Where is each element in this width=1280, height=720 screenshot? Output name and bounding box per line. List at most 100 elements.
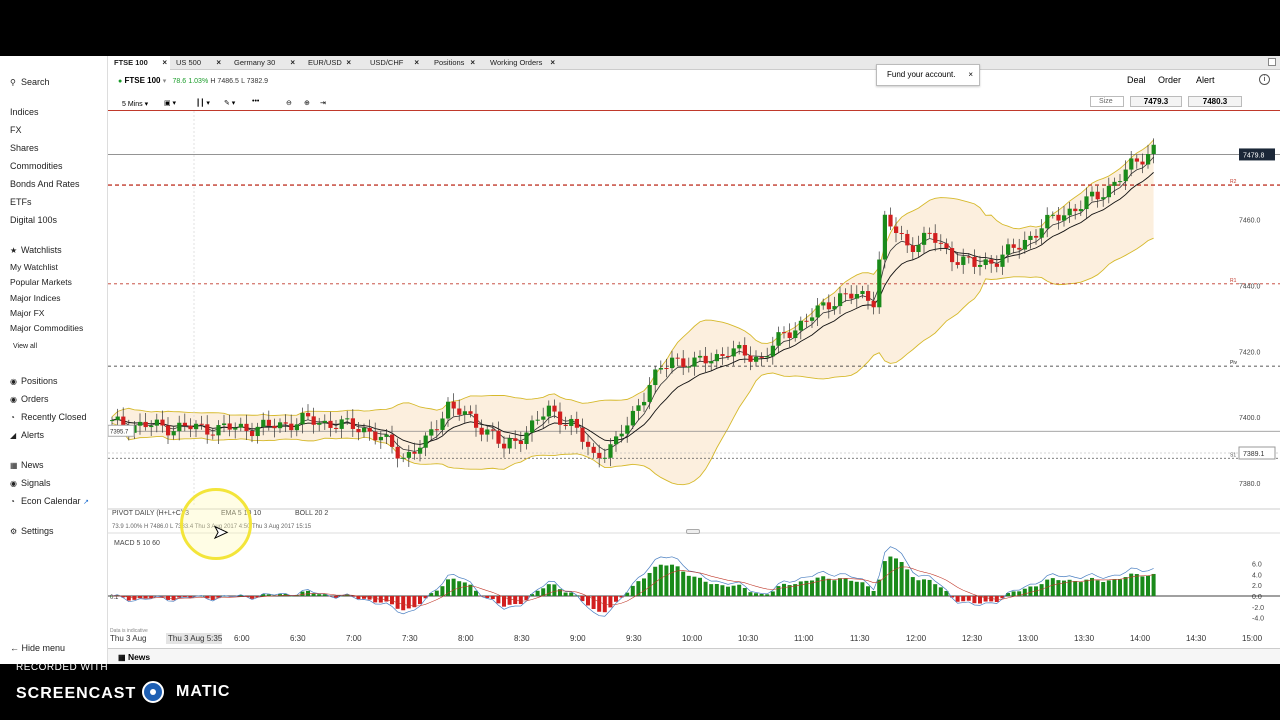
calendar-icon[interactable]: ▣ ▾ [164, 99, 176, 107]
close-icon[interactable]: × [414, 56, 419, 70]
sidebar-item-commodities[interactable]: Commodities [10, 161, 63, 171]
sidebar-item-digital[interactable]: Digital 100s [10, 215, 57, 225]
hide-menu-button[interactable]: ← Hide menu [10, 643, 65, 653]
zoom-out-icon[interactable]: ⊖ [286, 99, 292, 107]
sidebar-item-alerts[interactable]: ◢ Alerts [10, 430, 44, 440]
tab-ftse-100[interactable]: FTSE 100 × [108, 56, 170, 70]
time-tick-label: 8:30 [514, 634, 530, 643]
zoom-in-icon[interactable]: ⊕ [304, 99, 310, 107]
macd-bar [177, 596, 182, 598]
tab-germany-30[interactable]: Germany 30 × [228, 56, 298, 70]
expand-icon[interactable] [1268, 58, 1276, 66]
sidebar-item-settings[interactable]: ⚙ Settings [10, 526, 54, 536]
mouse-cursor-icon: ➤ [212, 522, 229, 543]
candle-body [826, 302, 831, 310]
sidebar-item-fx[interactable]: FX [10, 125, 22, 135]
alert-button[interactable]: Alert [1196, 75, 1215, 85]
tab-usd-chf[interactable]: USD/CHF × [364, 56, 422, 70]
watchlist-item[interactable]: Major FX [10, 308, 44, 318]
watchlist-item[interactable]: Popular Markets [10, 277, 72, 287]
close-icon[interactable]: × [216, 56, 221, 70]
macd-legend[interactable]: MACD 5 10 60 [114, 540, 160, 547]
tab-us-500[interactable]: US 500 × [170, 56, 224, 70]
candle-body [860, 291, 865, 295]
close-icon[interactable]: × [290, 56, 295, 70]
tab-positions[interactable]: Positions × [428, 56, 478, 70]
gear-icon: ⚙ [10, 527, 18, 536]
macd-bar [765, 594, 770, 596]
macd-bar [843, 578, 848, 596]
close-icon[interactable]: × [968, 65, 973, 85]
candle-body [1056, 214, 1061, 221]
chart-type-icon[interactable]: ┃┃ ▾ [196, 99, 210, 107]
sidebar-watchlists[interactable]: ★ Watchlists [10, 245, 62, 255]
time-tick-label: 15:00 [1242, 634, 1263, 643]
sidebar-item-bonds[interactable]: Bonds And Rates [10, 179, 80, 189]
sidebar-item-signals[interactable]: ◉ Signals [10, 478, 51, 488]
candle-body [894, 226, 899, 234]
candle-body [877, 259, 882, 308]
orders-icon: ◉ [10, 395, 17, 404]
macd-bar [776, 586, 781, 596]
candle-body [1050, 214, 1055, 216]
star-icon: ★ [10, 246, 18, 255]
draw-tool-icon[interactable]: ✎ ▾ [224, 99, 235, 107]
candle-body [378, 436, 383, 441]
macd-bar [300, 591, 305, 596]
macd-bar [451, 578, 456, 596]
sidebar-search[interactable]: ⚲ Search [10, 77, 50, 87]
info-icon[interactable]: i [1259, 74, 1270, 85]
sidebar-item-news[interactable]: ▦ News [10, 460, 44, 470]
sidebar-item-indices[interactable]: Indices [10, 107, 39, 117]
news-icon: ▦ [118, 653, 126, 662]
news-bar[interactable]: ▦ News [108, 648, 1280, 664]
sidebar-item-orders[interactable]: ◉ Orders [10, 394, 49, 404]
watchlist-item[interactable]: My Watchlist [10, 262, 58, 272]
candle-body [552, 405, 557, 412]
candle-body [899, 233, 904, 235]
candle-body [938, 242, 943, 244]
macd-bar [910, 577, 915, 596]
tab-working-orders[interactable]: Working Orders × [484, 56, 558, 70]
indicator-legend-pivot[interactable]: PIVOT DAILY (H+L+C)/3 [112, 510, 189, 517]
sidebar-item-econ-calendar[interactable]: ◔ Econ Calendar ↗ [10, 496, 89, 506]
macd-tick-label: -4.0 [1252, 616, 1264, 623]
sidebar-item-recently-closed[interactable]: ◔ Recently Closed [10, 412, 87, 422]
close-icon[interactable]: × [346, 56, 351, 70]
watchlist-item[interactable]: Major Commodities [10, 323, 83, 333]
candle-body [440, 418, 445, 430]
macd-bar [535, 590, 540, 596]
order-button[interactable]: Order [1158, 75, 1181, 85]
more-icon[interactable]: ••• [252, 98, 259, 105]
current-price-label: 7479.8 [1243, 152, 1265, 159]
macd-bar [961, 596, 966, 602]
candle-body [832, 306, 837, 310]
view-all-link[interactable]: View all [13, 343, 37, 350]
chevron-down-icon[interactable]: ▾ [163, 78, 167, 85]
price-chart[interactable]: R2 R1 Piv S1 7460.0 7440.0 7420.0 7400.0 7380.0… [108, 111, 1280, 648]
candle-body [882, 214, 887, 260]
indicator-legend-boll[interactable]: BOLL 20 2 [295, 510, 328, 517]
watchlist-item[interactable]: Major Indices [10, 293, 61, 303]
sidebar-item-etfs[interactable]: ETFs [10, 197, 32, 207]
calendar-icon: ◔ [10, 497, 15, 506]
jump-to-latest-icon[interactable]: ⇥ [320, 99, 326, 107]
candle-body [614, 436, 619, 445]
sidebar-item-shares[interactable]: Shares [10, 143, 39, 153]
candle-body [994, 263, 999, 267]
candle-body [586, 441, 591, 447]
fund-account-banner[interactable]: Fund your account. × [876, 64, 980, 86]
macd-bar [782, 583, 786, 596]
deal-button[interactable]: Deal [1127, 75, 1146, 85]
sidebar-item-positions[interactable]: ◉ Positions [10, 376, 58, 386]
close-icon[interactable]: × [550, 56, 555, 70]
candle-body [955, 262, 960, 265]
close-icon[interactable]: × [470, 56, 475, 70]
candle-body [950, 248, 955, 263]
interval-select[interactable]: 5 Mins ▾ [122, 100, 148, 108]
macd-bar [569, 592, 574, 596]
panel-resize-handle[interactable] [686, 529, 700, 534]
candle-body [961, 256, 966, 265]
tab-eur-usd[interactable]: EUR/USD × [302, 56, 354, 70]
close-icon[interactable]: × [162, 56, 167, 70]
